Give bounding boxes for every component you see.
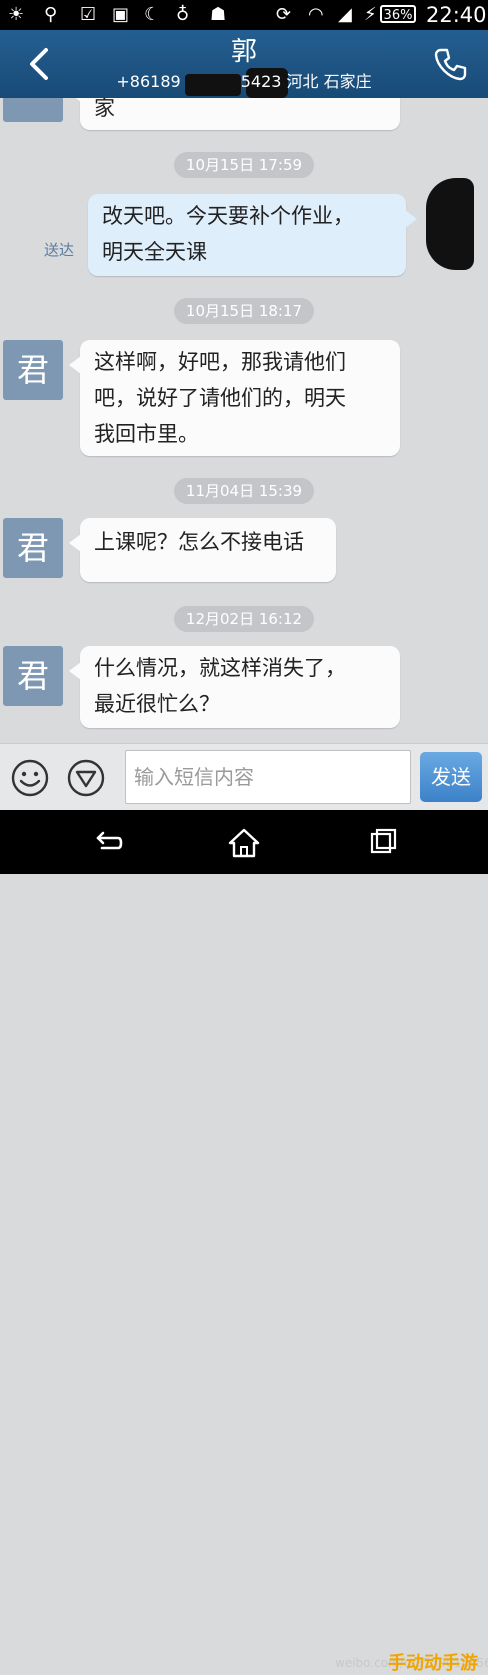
expand-down-icon[interactable] [66,758,106,798]
wifi-icon: ◠ [308,4,324,25]
message-line: 这样啊，好吧，那我请他们 [94,350,346,374]
message-timestamp: 11月04日 15:39 [174,478,314,504]
message-timestamp: 10月15日 18:17 [174,298,314,324]
bulb-icon: ♁ [176,4,190,25]
message-input[interactable] [125,750,411,804]
signal-icon: ◢ [338,4,352,25]
contact-subtitle: +86189 5423 河北 石家庄 [0,72,488,92]
charging-icon: ⚡ [364,4,377,25]
message-line: 什么情况，就这样消失了， [94,656,346,680]
message-line: 吧，说好了请他们的，明天 [94,386,346,410]
message-timestamp: 12月02日 16:12 [174,606,314,632]
message-bubble-incoming[interactable]: 这样啊，好吧，那我请他们 吧，说好了请他们的，明天 我回市里。 [69,340,400,456]
message-line: 明天全天课 [102,240,207,264]
usb-icon: ⚲ [44,4,58,25]
clock: 22:40 [426,3,487,27]
contact-avatar[interactable]: 君 [3,518,63,578]
contact-avatar[interactable]: 君 [3,646,63,706]
message-line: 最近很忙么？ [94,692,220,716]
contact-name: 郭 [230,37,257,67]
smiley-icon[interactable] [10,758,50,798]
send-button[interactable]: 发送 [420,752,482,802]
status-bar: ☀ ⚲ ☑ ▣ ☾ ♁ ☗ ⟳ ◠ ◢ ⚡ 36% 22:40 [0,0,488,30]
contact-phone: +86189 [116,72,181,91]
contact-avatar [3,98,63,122]
message-line: 上课呢？怎么不接电话 [94,530,304,554]
message-timestamp: 10月15日 17:59 [174,152,314,178]
message-bubble[interactable]: 家 [69,98,400,130]
contact-phone-suffix: 5423 [240,72,282,91]
conversation-header: 郭 +86189 5423 河北 石家庄 [0,30,488,98]
phone-icon[interactable] [430,44,470,84]
sun-icon: ☀ [8,4,25,25]
message-list[interactable]: 家 10月15日 17:59 送达 改天吧。今天要补个作业， 明天全天课 10月… [0,98,488,743]
checkbox-icon: ☑ [80,4,97,25]
contact-location: 河北 石家庄 [286,72,372,91]
message-line: 改天吧。今天要补个作业， [102,204,354,228]
system-nav-bar: weibo.com/u/3759018456 手动动手游 [0,810,488,1674]
home-icon[interactable] [227,826,261,860]
contact-avatar[interactable]: 君 [3,340,63,400]
message-bubble-incoming[interactable]: 什么情况，就这样消失了， 最近很忙么？ [69,646,400,728]
battery-indicator: 36% [380,5,416,23]
message-bubble-incoming[interactable]: 上课呢？怎么不接电话 [69,518,336,582]
watermark-brand: 手动动手游 [388,1653,478,1674]
rotate-icon: ⟳ [276,4,292,25]
delivery-status: 送达 [44,241,75,259]
moon-icon: ☾ [144,4,161,25]
message-line: 我回市里。 [94,422,199,446]
message-line: 家 [94,98,115,120]
back-icon[interactable] [90,826,124,860]
my-avatar [426,178,474,270]
recent-apps-icon[interactable] [366,826,400,860]
message-bubble-outgoing[interactable]: 改天吧。今天要补个作业， 明天全天课 [88,194,417,276]
android-icon: ☗ [210,4,227,25]
compose-bar: 发送 [0,743,488,811]
image-icon: ▣ [112,4,130,25]
redaction-mark [185,74,241,96]
